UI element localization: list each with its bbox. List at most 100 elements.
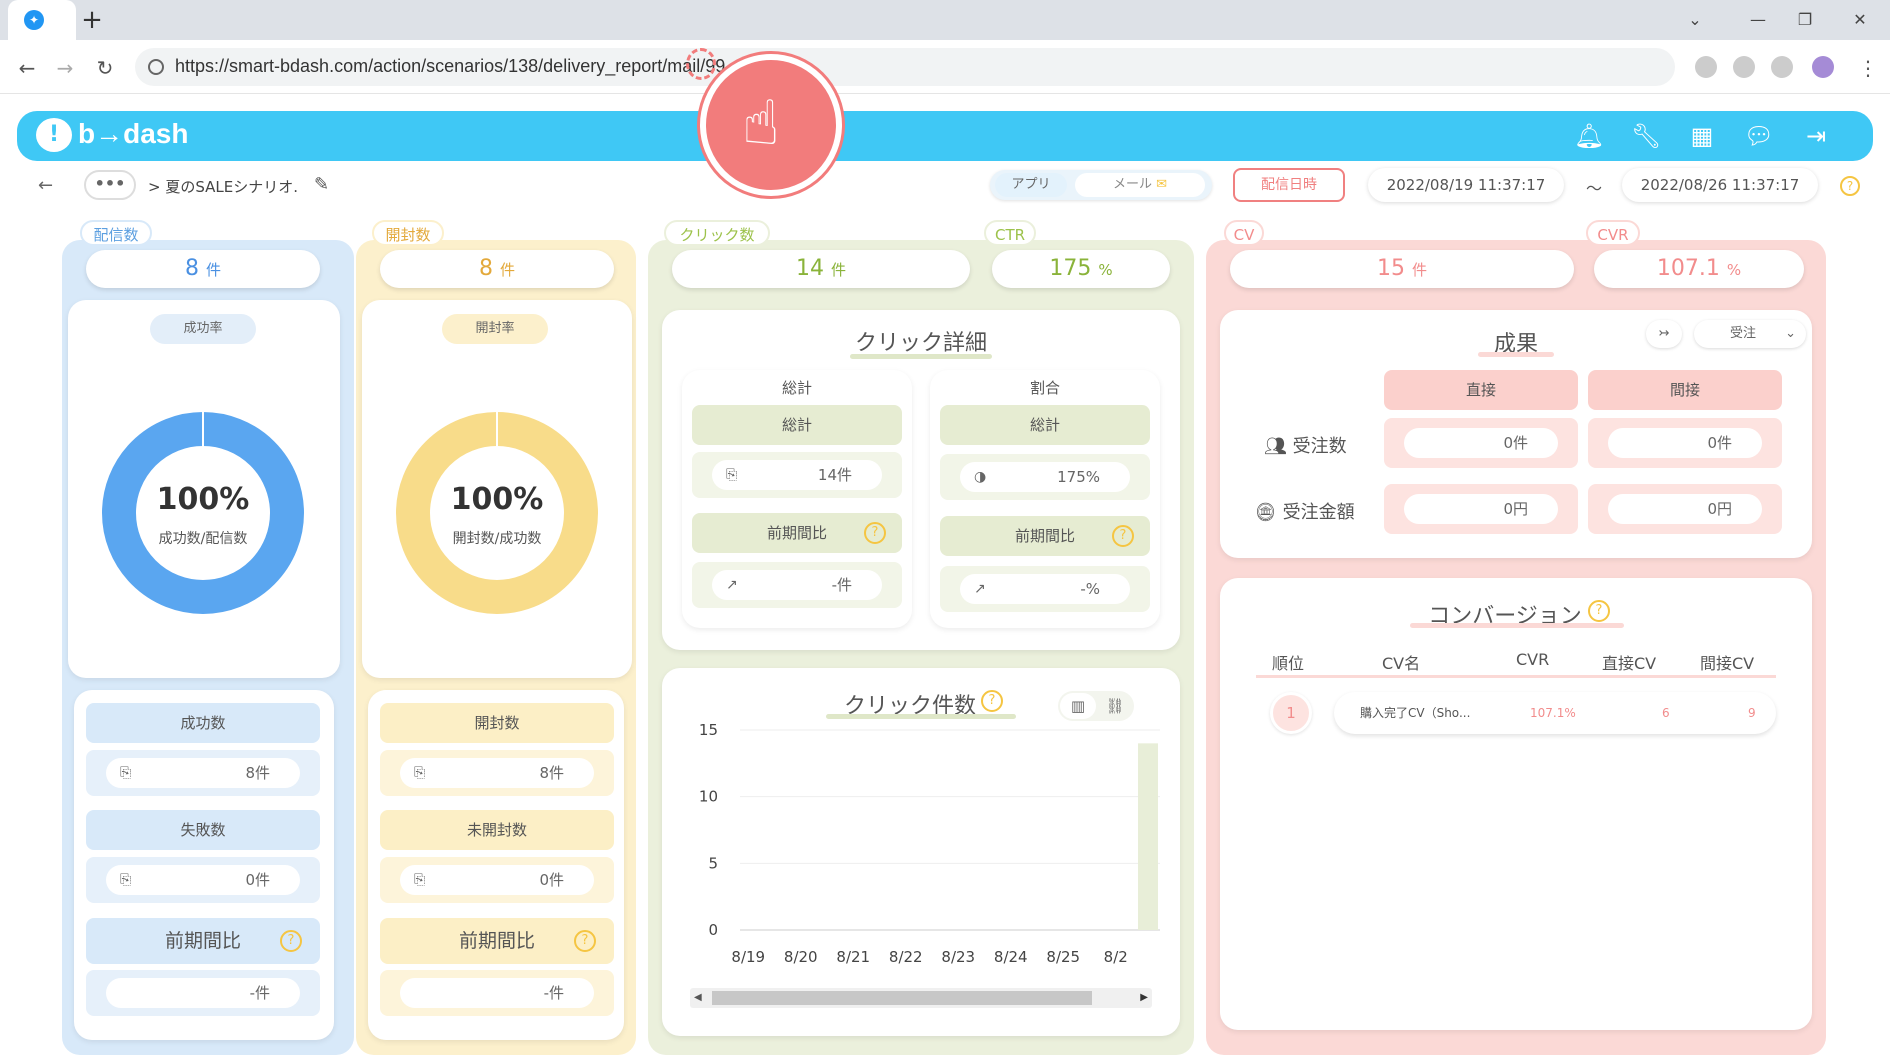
date-to-field[interactable]: 2022/08/26 11:37:17 (1622, 168, 1818, 202)
x-tick-label: 8/20 (784, 948, 818, 966)
scroll-left-icon[interactable]: ◀ (694, 988, 702, 1008)
open-prev-label: 前期間比 (458, 930, 535, 952)
success-count-value: 8件 (245, 764, 270, 782)
arrow-toggle-icon[interactable]: ↣ (1646, 320, 1682, 348)
x-tick-label: 8/23 (941, 948, 975, 966)
profile-avatar[interactable] (1812, 56, 1834, 78)
amount-label-text: 受注金額 (1282, 502, 1355, 523)
chart-scrollbar[interactable]: ◀ ▶ (690, 988, 1152, 1008)
x-tick-label: 8/22 (889, 948, 923, 966)
breadcrumb[interactable]: > 夏のSALEシナリオ. (148, 176, 298, 197)
date-from-field[interactable]: 2022/08/19 11:37:17 (1368, 168, 1564, 202)
extension-icon[interactable] (1695, 56, 1717, 78)
bar-chart-icon[interactable]: ▥ (1060, 693, 1096, 719)
col-cv-name: CV名 (1382, 654, 1421, 673)
chart-bar[interactable] (1138, 743, 1158, 930)
restore-icon[interactable]: ❐ (1785, 6, 1825, 34)
indirect-header: 間接 (1588, 370, 1782, 410)
orders-label: 👥︎ 受注数 (1264, 432, 1347, 458)
click-total-prev-value: -件 (831, 576, 852, 594)
reload-icon[interactable]: ↻ (90, 53, 120, 83)
open-donut-label: 開封数/成功数 (452, 531, 542, 547)
order-select-value: 受注 (1730, 326, 1757, 341)
click-count-value: 14 (795, 256, 824, 281)
help-icon[interactable]: ? (280, 930, 302, 952)
cvr-tag: CVR (1586, 220, 1640, 246)
delivery-prev-row: -件 (86, 970, 320, 1016)
help-icon[interactable]: ? (574, 930, 596, 952)
col-rank: 順位 (1272, 654, 1305, 673)
people-icon: 👥︎ (1264, 436, 1287, 457)
forward-icon[interactable]: → (50, 53, 80, 83)
coins-icon: 🪙︎ (1254, 502, 1277, 523)
orders-label-text: 受注数 (1292, 436, 1347, 457)
tab-mail[interactable]: メール ✉ (1075, 173, 1205, 197)
more-button[interactable]: ••• (84, 170, 136, 200)
close-icon[interactable]: ✕ (1840, 6, 1880, 34)
click-ratio-prev-label: 前期間比 (1014, 527, 1075, 545)
cv-count-value: 15 (1376, 256, 1405, 281)
col-indirect-cv: 間接CV (1700, 654, 1755, 673)
url-text[interactable]: https://smart-bdash.com/action/scenarios… (175, 56, 725, 77)
delivery-prev-value: -件 (249, 984, 270, 1002)
orders-direct: 0件 (1384, 418, 1578, 468)
click-count: 14 件 (672, 250, 970, 288)
back-icon[interactable]: ← (12, 53, 42, 83)
logout-icon[interactable]: ⇥ (1800, 120, 1832, 152)
minimize-icon[interactable]: — (1738, 6, 1778, 34)
chat-icon[interactable]: 💬︎ (1743, 120, 1775, 152)
table-row[interactable]: 購入完了CV（Sho... 107.1% 6 9 (1334, 692, 1776, 734)
site-info-icon[interactable] (148, 59, 164, 75)
help-icon[interactable]: ? (864, 522, 886, 544)
help-icon[interactable]: ? (1840, 176, 1860, 196)
click-ratio-head: 総計 (940, 405, 1150, 445)
tab-search-icon[interactable]: ⌄ (1675, 6, 1715, 34)
ctr-value: 175 % (992, 250, 1170, 288)
fail-count-row: ⎘ 0件 (86, 857, 320, 903)
trend-icon: ↗ (974, 581, 986, 597)
help-icon[interactable]: ? (1112, 525, 1134, 547)
unopen-count-value: 0件 (539, 871, 564, 889)
bell-icon[interactable]: 🔔︎ (1573, 120, 1605, 152)
conversion-table-header: 順位 CV名 CVR 直接CV 間接CV (1256, 650, 1776, 678)
ctr-tag: CTR (984, 220, 1036, 246)
y-tick-label: 15 (699, 721, 718, 739)
tab-app[interactable]: アプリ (995, 173, 1067, 197)
order-select[interactable]: 受注 ⌄ (1694, 320, 1806, 348)
scroll-right-icon[interactable]: ▶ (1140, 988, 1148, 1008)
delivery-date-button[interactable]: 配信日時 (1233, 168, 1345, 202)
orders-indirect: 0件 (1588, 418, 1782, 468)
amount-indirect-value: 0円 (1707, 500, 1732, 518)
app-logo[interactable]: b→dash (78, 118, 188, 150)
bdash-logo-icon[interactable]: ! (36, 118, 72, 152)
click-tag: クリック数 (664, 220, 770, 246)
wrench-icon[interactable]: 🔧︎ (1630, 120, 1662, 152)
back-arrow-icon[interactable]: ← (38, 175, 53, 196)
cvr-cell: 107.1% (1530, 706, 1576, 720)
title-underline (1410, 623, 1624, 628)
pencil-icon[interactable]: ✎ (314, 174, 329, 195)
open-count-value: 8 (478, 256, 493, 281)
direct-header: 直接 (1384, 370, 1578, 410)
cv-count: 15 件 (1230, 250, 1574, 288)
amount-label: 🪙︎ 受注金額 (1254, 498, 1355, 524)
grid-icon[interactable]: ▦ (1686, 120, 1718, 152)
link-icon[interactable]: ⛓ (1098, 693, 1132, 719)
mail-icon: ✉ (1156, 177, 1168, 192)
cv-name-cell: 購入完了CV（Sho... (1360, 706, 1471, 720)
click-total-value: 14件 (817, 466, 852, 484)
chart-scrollbar-thumb[interactable] (712, 991, 1092, 1005)
click-total-head: 総計 (692, 405, 902, 445)
extension-icon[interactable] (1733, 56, 1755, 78)
col-direct-cv: 直接CV (1602, 654, 1657, 673)
help-icon[interactable]: ? (981, 690, 1003, 712)
click-total-prev-row: ↗ -件 (692, 562, 902, 608)
success-count-label: 成功数 (86, 703, 320, 743)
browser-menu-icon[interactable]: ⋮ (1858, 56, 1878, 80)
open-count: 8 件 (380, 250, 614, 288)
new-tab-button[interactable]: + (78, 6, 106, 34)
cv-count-unit: 件 (1411, 261, 1427, 279)
help-icon[interactable]: ? (1588, 600, 1610, 622)
extension-icon[interactable] (1771, 56, 1793, 78)
date-separator: ～ (1586, 179, 1603, 198)
